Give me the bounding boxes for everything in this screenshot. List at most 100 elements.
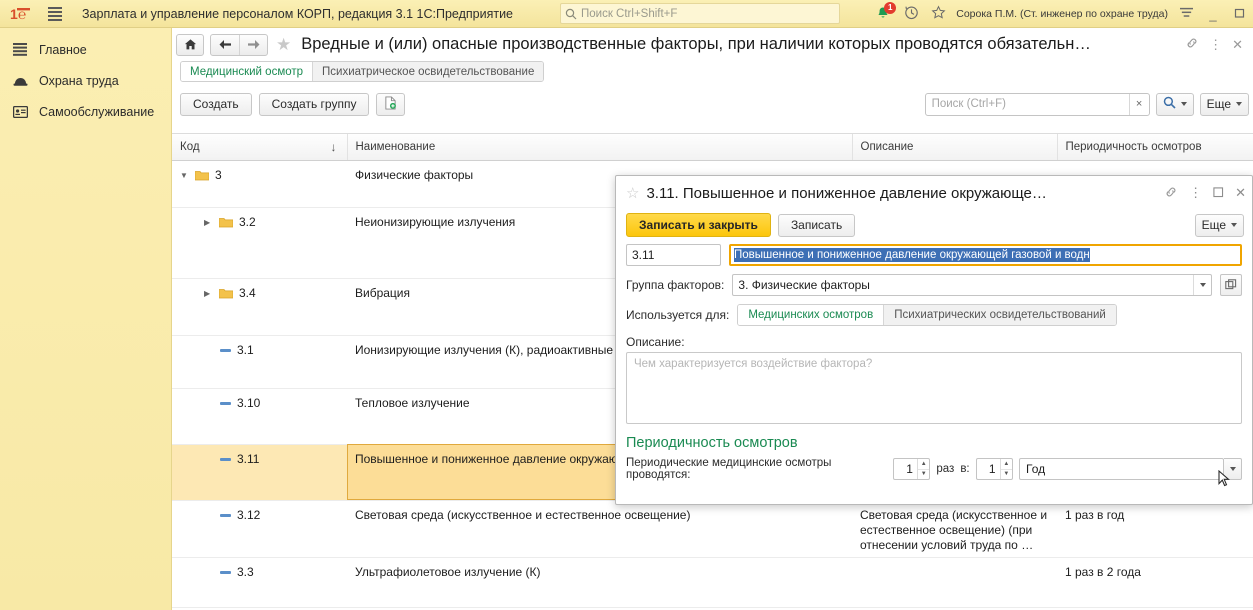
main-menu-icon[interactable] — [42, 7, 68, 21]
add-to-favorites-icon[interactable]: ★ — [276, 35, 291, 55]
favorites-star-icon[interactable] — [929, 5, 947, 23]
expand-toggle-icon[interactable]: ▶ — [204, 215, 213, 230]
create-group-button-label: Создать группу — [272, 97, 357, 111]
type-tabs: Медицинский осмотр Психиатрическое освид… — [172, 61, 1253, 89]
used-for-psychiatric[interactable]: Психиатрических освидетельствований — [883, 305, 1116, 325]
copy-button[interactable] — [376, 93, 405, 116]
factor-edit-dialog: ☆ 3.11. Повышенное и пониженное давление… — [615, 175, 1253, 505]
period-mid-label-1: раз — [936, 463, 954, 475]
sidebar-item-samoobsluzhivanie[interactable]: Самообслуживание — [0, 96, 171, 127]
history-icon[interactable] — [902, 5, 920, 23]
expand-toggle-icon[interactable]: ▶ — [204, 286, 213, 301]
tab-psihiatricheskoe-osvidetelstvovanie[interactable]: Психиатрическое освидетельствование — [313, 62, 543, 81]
dialog-toolbar: Записать и закрыть Записать Еще — [616, 210, 1252, 240]
notifications-button[interactable]: 1 — [873, 4, 893, 24]
maximize-icon[interactable] — [1213, 186, 1224, 201]
chevron-down-icon[interactable] — [1193, 275, 1211, 295]
page-actions: ⋮ ✕ — [1185, 36, 1249, 53]
close-page-icon[interactable]: ✕ — [1232, 37, 1243, 53]
minimize-button[interactable]: _ — [1204, 7, 1222, 22]
used-for-label-option: Психиатрических освидетельствований — [894, 309, 1106, 321]
name-value: Тепловое излучение — [355, 396, 470, 410]
search-options-button[interactable] — [1156, 93, 1194, 116]
item-marker-icon — [220, 571, 231, 574]
1c-logo-icon: 1 ℮ — [8, 6, 42, 22]
periodicity-row: Периодические медицинские осмотры провод… — [626, 457, 1242, 481]
create-group-button[interactable]: Создать группу — [259, 93, 370, 116]
create-button[interactable]: Создать — [180, 93, 252, 116]
link-icon[interactable] — [1164, 185, 1178, 202]
column-header-code[interactable]: Код ↓ — [172, 134, 347, 160]
column-label: Код — [180, 141, 200, 153]
sidebar-item-ohrana-truda[interactable]: Охрана труда — [0, 65, 171, 96]
tab-label: Психиатрическое освидетельствование — [322, 66, 534, 78]
cell-code: 3.12 — [172, 500, 347, 557]
period-unit-select[interactable]: Год — [1019, 458, 1224, 480]
cell-code: 3.11 — [172, 444, 347, 500]
more-menu-button[interactable]: Еще — [1200, 93, 1249, 116]
description-textarea[interactable]: Чем характеризуется воздействие фактора? — [626, 352, 1242, 424]
close-dialog-icon[interactable]: ✕ — [1235, 185, 1246, 201]
period-interval-stepper[interactable]: 1 ▲▼ — [976, 458, 1013, 480]
name-input[interactable]: Повышенное и пониженное давление окружаю… — [729, 244, 1242, 266]
cell-code: ▼ 3 — [172, 160, 347, 207]
stepper-arrows[interactable]: ▲▼ — [1000, 459, 1012, 479]
name-value: Неионизирующие излучения — [355, 215, 515, 229]
cell-description: Световая среда (искусственное и естестве… — [852, 500, 1057, 557]
sidebar-item-label: Главное — [39, 43, 87, 57]
app-title: Зарплата и управление персоналом КОРП, р… — [82, 7, 513, 21]
page-menu-icon[interactable]: ⋮ — [1209, 37, 1222, 53]
cell-name: Световая среда (искусственное и естестве… — [347, 500, 852, 557]
dialog-body: 3.11 Повышенное и пониженное давление ок… — [616, 240, 1252, 481]
list-search-input[interactable]: Поиск (Ctrl+F) × — [925, 93, 1150, 116]
code-value: 3.10 — [237, 396, 260, 411]
more-menu-label: Еще — [1207, 97, 1231, 111]
table-row[interactable]: 3.3 Ультрафиолетовое излучение (К) 1 раз… — [172, 557, 1253, 607]
used-for-medical[interactable]: Медицинских осмотров — [738, 305, 883, 325]
period-count-stepper[interactable]: 1 ▲▼ — [893, 458, 930, 480]
column-header-description[interactable]: Описание — [852, 134, 1057, 160]
global-search-placeholder: Поиск Ctrl+Shift+F — [581, 8, 677, 20]
cell-periodicity: 1 раз в 2 года — [1057, 557, 1253, 607]
dialog-menu-icon[interactable]: ⋮ — [1189, 185, 1202, 201]
sidebar-item-glavnoe[interactable]: Главное — [0, 34, 171, 65]
forward-button[interactable] — [239, 35, 267, 55]
cell-name: Ультрафиолетовое излучение (К) — [347, 557, 852, 607]
code-value: 3.4 — [239, 286, 256, 301]
code-input[interactable]: 3.11 — [626, 244, 721, 266]
global-search-input[interactable]: Поиск Ctrl+Shift+F — [560, 3, 840, 24]
save-button[interactable]: Записать — [778, 214, 855, 237]
cell-code: ▶ 3.4 — [172, 278, 347, 335]
period-interval-value: 1 — [977, 459, 1000, 479]
used-for-label-option: Медицинских осмотров — [748, 309, 873, 321]
column-header-name[interactable]: Наименование — [347, 134, 852, 160]
link-icon[interactable] — [1185, 36, 1199, 53]
used-for-toggle-group: Медицинских осмотров Психиатрических осв… — [737, 304, 1116, 326]
current-user-label: Сорока П.М. (Ст. инженер по охране труда… — [956, 8, 1168, 20]
group-label: Группа факторов: — [626, 278, 724, 292]
dialog-header-actions: ⋮ ✕ — [1164, 185, 1246, 202]
back-button[interactable] — [211, 35, 239, 55]
stepper-arrows[interactable]: ▲▼ — [917, 459, 929, 479]
home-button[interactable] — [176, 34, 204, 56]
cell-code: 3.1 — [172, 335, 347, 388]
options-menu-icon[interactable] — [1177, 6, 1195, 22]
period-count-value: 1 — [894, 459, 917, 479]
history-nav-group — [210, 34, 268, 56]
column-header-periodicity[interactable]: Периодичность осмотров — [1057, 134, 1253, 160]
dialog-more-menu-button[interactable]: Еще — [1195, 214, 1244, 237]
open-group-button[interactable] — [1220, 274, 1242, 296]
dialog-favorite-star-icon[interactable]: ☆ — [626, 184, 639, 202]
table-row[interactable]: 3.12 Световая среда (искусственное и ест… — [172, 500, 1253, 557]
column-label: Периодичность осмотров — [1066, 141, 1202, 153]
save-and-close-button[interactable]: Записать и закрыть — [626, 213, 771, 237]
tab-medicinskiy-osmotr[interactable]: Медицинский осмотр — [181, 62, 313, 81]
restore-button[interactable] — [1231, 7, 1249, 22]
expand-toggle-icon[interactable]: ▼ — [180, 168, 189, 183]
folder-icon — [219, 217, 233, 228]
clear-search-icon[interactable]: × — [1129, 94, 1149, 115]
dialog-title: 3.11. Повышенное и пониженное давление о… — [646, 185, 1046, 202]
cell-code: ▶ 3.2 — [172, 207, 347, 278]
name-value: Вибрация — [355, 286, 410, 300]
group-select[interactable]: 3. Физические факторы — [732, 274, 1212, 296]
